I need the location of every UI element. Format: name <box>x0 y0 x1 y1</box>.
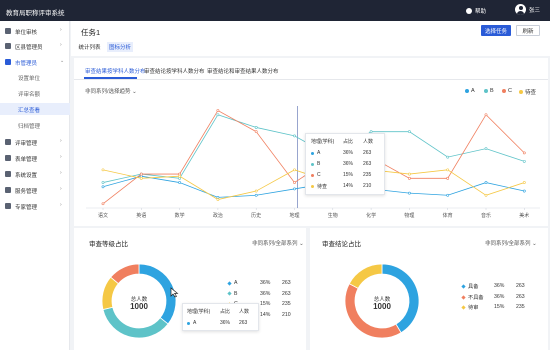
pie-legend-count: 263 <box>516 293 525 300</box>
pie-legend-percent: 36% <box>494 293 505 300</box>
pie-conclusion-center-value: 1000 <box>373 302 391 311</box>
pie-legend-row: 不具备 <box>461 294 484 301</box>
pie-legend-count: 235 <box>516 304 525 310</box>
pie-legend-row: 具备 <box>461 283 479 290</box>
pie-legend-name: 待审 <box>468 305 479 311</box>
pie-legend-marker <box>461 284 466 289</box>
pie-slice[interactable] <box>348 263 383 289</box>
pie-legend-row: 待审 <box>461 304 479 311</box>
pie-legend-name: 不具备 <box>468 294 484 301</box>
pie-legend-percent: 36% <box>494 283 505 289</box>
pie-legend-percent: 15% <box>494 304 505 310</box>
pie-legend-name: 具备 <box>468 284 479 290</box>
pie-legend-count: 263 <box>516 283 525 289</box>
pie-legend-marker <box>461 305 466 310</box>
pie-legend-marker <box>461 294 466 300</box>
